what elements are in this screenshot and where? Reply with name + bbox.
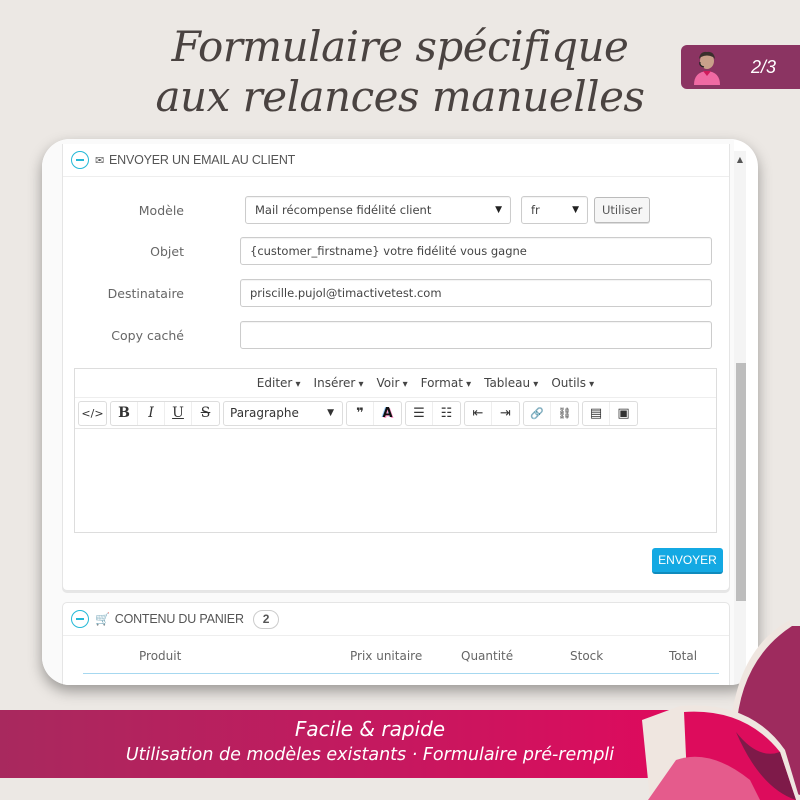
menu-insert[interactable]: Insérer	[314, 376, 364, 390]
column-quantity[interactable]: Quantité	[461, 649, 513, 663]
envelope-icon: ✉	[95, 154, 105, 167]
minus-circle-icon[interactable]	[71, 610, 89, 628]
recipient-input[interactable]: priscille.pujol@timactivetest.com	[240, 279, 712, 307]
blockquote-icon[interactable]: ❞	[347, 401, 374, 425]
cart-panel-header: 🛒 CONTENU DU PANIER 2	[63, 603, 729, 636]
italic-icon[interactable]: I	[138, 401, 165, 425]
bullet-list-icon[interactable]: ☰	[406, 401, 433, 425]
email-panel-header: ✉ ENVOYER UN EMAIL AU CLIENT	[63, 144, 729, 177]
send-button[interactable]: ENVOYER	[652, 548, 723, 574]
banner-title: Facile & rapide	[294, 717, 446, 741]
email-panel-title: ENVOYER UN EMAIL AU CLIENT	[109, 153, 296, 167]
template-row: Modèle Mail récompense fidélité client ▼…	[63, 196, 729, 224]
column-unit-price[interactable]: Prix unitaire	[350, 649, 422, 663]
menu-view[interactable]: Voir	[377, 376, 408, 390]
cart-panel: 🛒 CONTENU DU PANIER 2 Produit Prix unita…	[62, 602, 730, 685]
subject-label: Objet	[150, 243, 184, 259]
decorative-petals	[642, 620, 800, 800]
template-label: Modèle	[138, 202, 184, 218]
bcc-row: Copy caché	[63, 321, 729, 349]
scroll-up-arrow-icon[interactable]: ▲	[735, 155, 745, 165]
bold-icon[interactable]: B	[111, 401, 138, 425]
menu-table[interactable]: Tableau	[484, 376, 538, 390]
numbered-list-icon[interactable]: ☷	[433, 402, 460, 425]
page-counter: 2/3	[751, 56, 777, 77]
email-panel: ✉ ENVOYER UN EMAIL AU CLIENT Modèle Mail…	[62, 144, 730, 591]
support-agent-icon	[691, 49, 723, 85]
banner-subtitle: Utilisation de modèles existants · Formu…	[125, 745, 615, 765]
image-icon[interactable]: ▣	[610, 402, 637, 425]
indent-icon[interactable]: ⇥	[492, 402, 519, 425]
text-color-icon[interactable]: A	[374, 402, 401, 425]
link-icon[interactable]: 🔗	[524, 401, 551, 425]
rich-text-editor: Editer Insérer Voir Format Tableau Outil…	[74, 368, 717, 533]
block-format-value: Paragraphe	[230, 406, 299, 420]
editor-toolbar: </> B I U S Paragraphe ▼ ❞ A ☰ ☷ ⇤ ⇥ 🔗 ⛓…	[75, 398, 716, 429]
caret-down-icon: ▼	[572, 205, 579, 215]
scrollbar-thumb[interactable]	[736, 363, 746, 601]
underline-icon[interactable]: U	[165, 401, 192, 425]
cart-table-header: Produit Prix unitaire Quantité Stock Tot…	[83, 649, 719, 674]
source-code-icon[interactable]: </>	[79, 402, 106, 425]
headline: Formulaire spécifique aux relances manue…	[0, 22, 800, 122]
recipient-row: Destinataire priscille.pujol@timactivete…	[63, 279, 729, 307]
recipient-label: Destinataire	[107, 285, 184, 301]
template-select-value: Mail récompense fidélité client	[255, 203, 432, 217]
vertical-scrollbar[interactable]: ▲	[734, 151, 746, 685]
subject-row: Objet {customer_firstname} votre fidélit…	[63, 237, 729, 265]
language-select[interactable]: fr ▼	[521, 196, 588, 224]
use-template-button[interactable]: Utiliser	[594, 197, 651, 223]
block-format-select[interactable]: Paragraphe ▼	[224, 402, 342, 425]
unlink-icon[interactable]: ⛓	[551, 402, 578, 425]
cart-icon: 🛒	[95, 612, 110, 626]
cart-panel-title: CONTENU DU PANIER	[114, 612, 244, 626]
headline-line-2: aux relances manuelles	[155, 72, 645, 121]
outdent-icon[interactable]: ⇤	[465, 401, 492, 425]
headline-line-1: Formulaire spécifique	[171, 22, 629, 71]
bcc-input[interactable]	[240, 321, 712, 349]
content-area: ✉ ENVOYER UN EMAIL AU CLIENT Modèle Mail…	[42, 139, 734, 685]
menu-edit[interactable]: Editer	[257, 376, 301, 390]
menu-tools[interactable]: Outils	[551, 376, 594, 390]
subject-input[interactable]: {customer_firstname} votre fidélité vous…	[240, 237, 712, 265]
browser-window: ✉ ENVOYER UN EMAIL AU CLIENT Modèle Mail…	[42, 139, 758, 685]
caret-down-icon: ▼	[327, 408, 334, 418]
feature-banner: Facile & rapide Utilisation de modèles e…	[0, 710, 680, 778]
strikethrough-icon[interactable]: S	[192, 402, 219, 425]
bcc-label: Copy caché	[111, 327, 184, 343]
language-select-value: fr	[531, 203, 540, 217]
editor-menubar: Editer Insérer Voir Format Tableau Outil…	[75, 369, 716, 398]
page-indicator-badge: 2/3	[681, 45, 800, 89]
video-icon[interactable]: ▤	[583, 401, 610, 425]
template-select[interactable]: Mail récompense fidélité client ▼	[245, 196, 511, 224]
column-product[interactable]: Produit	[139, 649, 181, 663]
column-stock[interactable]: Stock	[570, 649, 603, 663]
minus-circle-icon[interactable]	[71, 151, 89, 169]
caret-down-icon: ▼	[495, 205, 502, 215]
cart-count-badge: 2	[252, 609, 280, 629]
editor-body[interactable]	[75, 429, 716, 532]
menu-format[interactable]: Format	[421, 376, 472, 390]
